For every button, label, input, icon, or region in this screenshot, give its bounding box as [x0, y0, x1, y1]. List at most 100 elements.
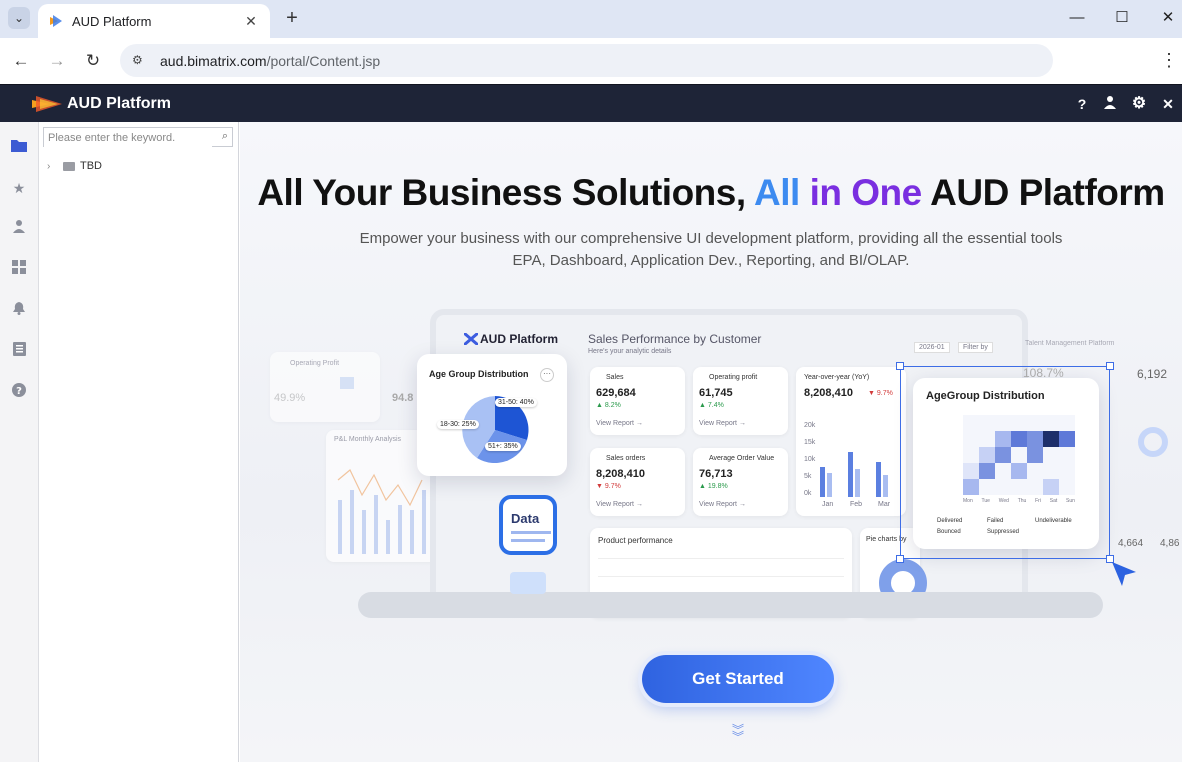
- kpi-card: Sales orders 8,208,410 ▼ 9.7% View Repor…: [590, 448, 685, 516]
- age-group-card: Age Group Distribution ··· 31-50: 40% 18…: [417, 354, 567, 476]
- data-badge-label: Data: [511, 511, 540, 526]
- svg-text:?: ?: [16, 386, 22, 397]
- yoy-month: Feb: [850, 501, 863, 508]
- back-icon[interactable]: ←: [9, 49, 33, 73]
- kpi-label: Operating profit: [709, 374, 758, 381]
- chart-thumb-icon: [510, 572, 546, 594]
- chevron-down-icon[interactable]: ︾ ︾: [728, 724, 748, 743]
- mock-brand: AUD Platform: [480, 332, 559, 346]
- person-icon[interactable]: [10, 219, 28, 237]
- yoy-value: 8,208,410: [804, 387, 853, 399]
- kpi-label: Sales orders: [606, 455, 646, 462]
- yoy-card: Year-over-year (YoY) 8,208,410 ▼ 9.7% 20…: [796, 367, 906, 516]
- kpi-delta: ▼ 9.7%: [596, 483, 621, 490]
- age-label: 51+: 35%: [485, 442, 521, 451]
- yoy-label: Year-over-year (YoY): [804, 374, 870, 381]
- tree-item-label: TBD: [80, 160, 102, 172]
- kpi-value: 629,684: [596, 387, 636, 399]
- age-label: 18-30: 25%: [437, 420, 479, 429]
- user-icon[interactable]: [1101, 95, 1119, 113]
- minimize-button[interactable]: —: [1054, 6, 1100, 30]
- kpi-link: View Report →: [699, 501, 746, 508]
- dashboard-icon[interactable]: [10, 260, 28, 278]
- mock-filter-chip: Filter by: [958, 342, 993, 353]
- tab-close-icon[interactable]: ✕: [242, 13, 260, 30]
- more-icon[interactable]: ···: [540, 368, 554, 382]
- close-window-button[interactable]: ✕: [1145, 6, 1182, 30]
- kpi-label: Sales: [606, 374, 624, 381]
- bg-pl-label: P&L Monthly Analysis: [334, 436, 402, 443]
- right-donut: [1138, 427, 1168, 457]
- laptop-base: [358, 592, 1103, 618]
- kpi-link: View Report →: [699, 420, 746, 427]
- kpi-value: 8,208,410: [596, 468, 645, 480]
- bg-card-label: Operating Profit: [290, 360, 340, 367]
- tree-item[interactable]: › TBD: [47, 160, 102, 172]
- kpi-delta: ▲ 7.4%: [699, 402, 724, 409]
- age-card-title: Age Group Distribution: [429, 369, 529, 379]
- yoy-delta: ▼ 9.7%: [868, 390, 893, 397]
- hero-subtitle-line1: Empower your business with our comprehen…: [359, 230, 1063, 247]
- yoy-tick: 10k: [804, 456, 816, 463]
- aud-logo-icon: [32, 96, 62, 112]
- kpi-link: View Report →: [596, 501, 643, 508]
- headline-part3: in One: [799, 172, 923, 213]
- browser-menu-icon[interactable]: ⋮: [1160, 50, 1178, 71]
- forward-icon[interactable]: →: [45, 49, 69, 73]
- bell-icon[interactable]: [10, 301, 28, 319]
- kpi-value: 76,713: [699, 468, 733, 480]
- product-perf-label: Product performance: [598, 536, 673, 545]
- tree-search-input[interactable]: [44, 129, 212, 147]
- hero-headline: All Your Business Solutions, All in One …: [240, 172, 1182, 214]
- tab-title: AUD Platform: [72, 13, 152, 29]
- data-badge: Data: [499, 495, 557, 555]
- close-icon[interactable]: ✕: [1159, 95, 1177, 113]
- resize-handle[interactable]: [896, 555, 904, 563]
- right-value3: 4,664: [1118, 538, 1144, 549]
- left-icon-rail: ★ ?: [0, 122, 39, 762]
- get-started-button[interactable]: Get Started: [642, 655, 834, 703]
- kpi-value: 61,745: [699, 387, 733, 399]
- help-icon[interactable]: ?: [1073, 95, 1091, 113]
- new-tab-button[interactable]: +: [282, 7, 302, 29]
- kpi-delta: ▲ 8.2%: [596, 402, 621, 409]
- app-header: AUD Platform ? ⚙ ✕: [0, 84, 1182, 122]
- star-icon[interactable]: ★: [10, 179, 28, 197]
- mock-title: Sales Performance by Customer: [588, 332, 762, 346]
- site-settings-icon[interactable]: ⚙: [132, 53, 148, 69]
- kpi-link: View Report →: [596, 420, 643, 427]
- chevron-right-icon[interactable]: ›: [47, 161, 57, 172]
- hero-section: All Your Business Solutions, All in One …: [240, 122, 1182, 762]
- selection-frame[interactable]: [900, 366, 1110, 559]
- document-icon[interactable]: [10, 342, 28, 360]
- right-value2: 6,192: [1137, 367, 1168, 381]
- search-icon[interactable]: ⌕: [222, 130, 228, 143]
- gear-icon[interactable]: ⚙: [1130, 95, 1148, 113]
- question-icon[interactable]: ?: [10, 383, 28, 401]
- mock-brand-icon: [464, 333, 478, 345]
- mock-date-chip: 2026-01: [914, 342, 950, 353]
- kpi-card: Operating profit 61,745 ▲ 7.4% View Repo…: [693, 367, 788, 435]
- resize-handle[interactable]: [1106, 362, 1114, 370]
- tab-search-button[interactable]: ⌄: [8, 7, 30, 29]
- bg-card-profit: Operating Profit 49.9%: [270, 352, 380, 422]
- kpi-delta: ▲ 19.8%: [699, 483, 728, 490]
- url-host: aud.bimatrix.com: [160, 52, 267, 69]
- url-omnibox[interactable]: ⚙ aud.bimatrix.com/portal/Content.jsp: [120, 44, 1053, 77]
- yoy-month: Jan: [822, 501, 834, 508]
- headline-part2: All: [754, 172, 800, 213]
- reload-icon[interactable]: ↻: [81, 49, 105, 73]
- hero-subtitle-line2: EPA, Dashboard, Application Dev., Report…: [512, 252, 910, 269]
- yoy-bar-chart: [820, 452, 888, 497]
- yoy-tick: 15k: [804, 439, 816, 446]
- resize-handle[interactable]: [896, 362, 904, 370]
- kpi-card: Average Order Value 76,713 ▲ 19.8% View …: [693, 448, 788, 516]
- yoy-tick: 0k: [804, 490, 812, 497]
- folder-nav-icon[interactable]: [10, 138, 28, 156]
- bg-card-metric: 49.9%: [274, 392, 306, 404]
- folder-icon: [63, 161, 75, 171]
- maximize-button[interactable]: ☐: [1099, 6, 1145, 30]
- tree-search-box: ⌕: [43, 127, 233, 147]
- browser-tab[interactable]: AUD Platform ✕: [38, 4, 270, 38]
- app-title: AUD Platform: [67, 95, 172, 112]
